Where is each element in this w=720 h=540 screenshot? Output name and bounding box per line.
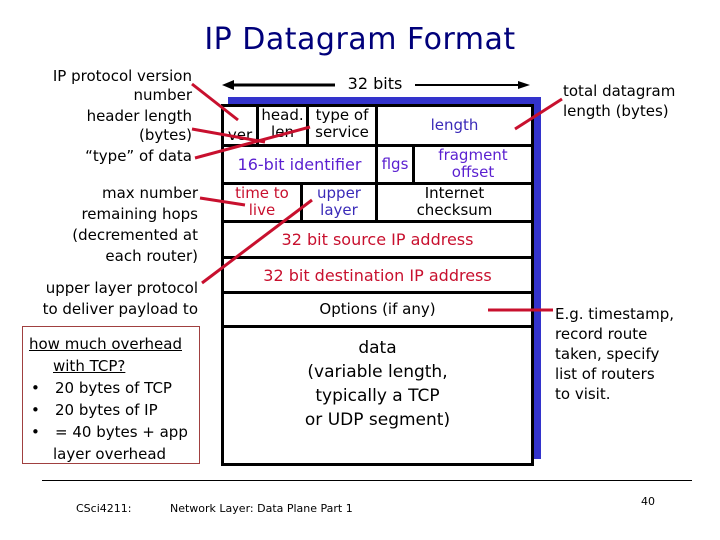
overhead-question-line1: how much overhead: [29, 335, 182, 353]
bullet-icon: •: [31, 423, 40, 441]
bullet-icon: •: [31, 379, 40, 397]
overhead-continuation: layer overhead: [53, 445, 167, 463]
overhead-bullet: • 20 bytes of TCP: [29, 377, 199, 399]
pointer-version: [191, 82, 239, 122]
footer-lecture: Network Layer: Data Plane Part 1: [170, 502, 353, 515]
overhead-box: how much overhead with TCP? • 20 bytes o…: [22, 326, 200, 464]
overhead-bullet: • 20 bytes of IP: [29, 399, 199, 421]
overhead-bullet: • = 40 bytes + app: [29, 421, 199, 443]
overhead-bullet-text: 20 bytes of IP: [55, 401, 158, 419]
pointer-total-length: [514, 97, 563, 131]
overhead-question-line2: with TCP?: [53, 357, 126, 375]
pointer-upper-layer: [201, 198, 313, 285]
overhead-bullet-text: 20 bytes of TCP: [55, 379, 172, 397]
footer-divider: [42, 480, 692, 481]
pointer-ttl: [199, 196, 246, 207]
bullet-icon: •: [31, 401, 40, 419]
footer-course: CSci4211:: [76, 502, 132, 515]
pointer-header-length: [191, 127, 266, 144]
overhead-bullet-text: = 40 bytes + app: [55, 423, 188, 441]
page-number: 40: [641, 495, 655, 508]
